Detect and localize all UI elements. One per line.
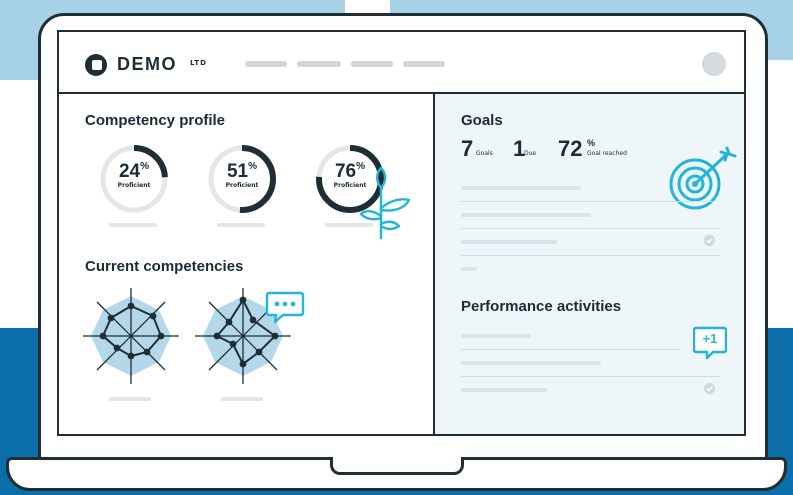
placeholder-line (109, 397, 151, 401)
activity-row-placeholder[interactable] (461, 361, 601, 365)
logo-suffix: LTD (190, 59, 207, 67)
plus-one-badge-icon[interactable]: +1 (692, 326, 728, 360)
nav-item-placeholder[interactable] (351, 61, 393, 67)
goal-row-placeholder[interactable] (461, 186, 581, 190)
app-header: DEMO LTD (59, 32, 744, 94)
goals-title: Goals (461, 112, 503, 129)
app-screen: DEMO LTD Competency profile 24% Proficie… (57, 30, 746, 436)
due-count: 1 (513, 136, 526, 161)
nav-item-placeholder[interactable] (297, 61, 341, 67)
plus-one-text: +1 (702, 331, 718, 346)
competency-profile-title: Competency profile (85, 112, 226, 129)
plant-sprout-icon (359, 166, 411, 240)
placeholder-line (109, 223, 157, 227)
gauge-value: 24 (118, 161, 141, 182)
goals-panel: Goals 7 Goals 1 Due 72 % Goal reached Pe… (433, 94, 744, 434)
check-circle-icon[interactable] (703, 234, 716, 247)
gauge-label: Proficient (117, 182, 151, 189)
goal-reached-label: Goal reached (587, 150, 627, 157)
competency-panel: Competency profile 24% Proficient 51% Pr… (59, 94, 433, 434)
performance-activities-title: Performance activities (461, 298, 622, 315)
gauge-value: 76 (334, 161, 357, 182)
placeholder-line (217, 223, 265, 227)
logo-icon[interactable] (85, 54, 107, 76)
gauge-unit: % (140, 161, 150, 172)
logo-text[interactable]: DEMO (117, 54, 177, 75)
gauge-value: 51 (226, 161, 249, 182)
laptop-hinge (330, 457, 464, 475)
current-competencies-title: Current competencies (85, 258, 244, 275)
placeholder-line (221, 397, 263, 401)
chat-bubble-icon (265, 291, 305, 324)
gauge-unit: % (248, 161, 258, 172)
goal-reached-unit: % (587, 138, 596, 148)
goals-count-label: Goals (476, 150, 493, 157)
goal-row-placeholder[interactable] (461, 240, 557, 244)
proficiency-gauge[interactable]: 51% Proficient (205, 142, 279, 216)
nav-item-placeholder[interactable] (403, 61, 445, 67)
nav-item-placeholder[interactable] (245, 61, 287, 67)
goal-row-placeholder[interactable] (461, 267, 477, 271)
check-circle-icon[interactable] (703, 382, 716, 395)
goal-row-placeholder[interactable] (461, 213, 591, 217)
avatar[interactable] (702, 52, 726, 76)
activity-row-placeholder[interactable] (461, 388, 547, 392)
target-icon (669, 146, 737, 210)
goal-reached-value: 72 (558, 136, 583, 161)
due-count-label: Due (524, 150, 537, 157)
radar-chart[interactable] (81, 286, 181, 386)
goals-count: 7 (461, 136, 474, 161)
proficiency-gauge[interactable]: 24% Proficient (97, 142, 171, 216)
gauge-label: Proficient (225, 182, 259, 189)
activity-row-placeholder[interactable] (461, 334, 531, 338)
